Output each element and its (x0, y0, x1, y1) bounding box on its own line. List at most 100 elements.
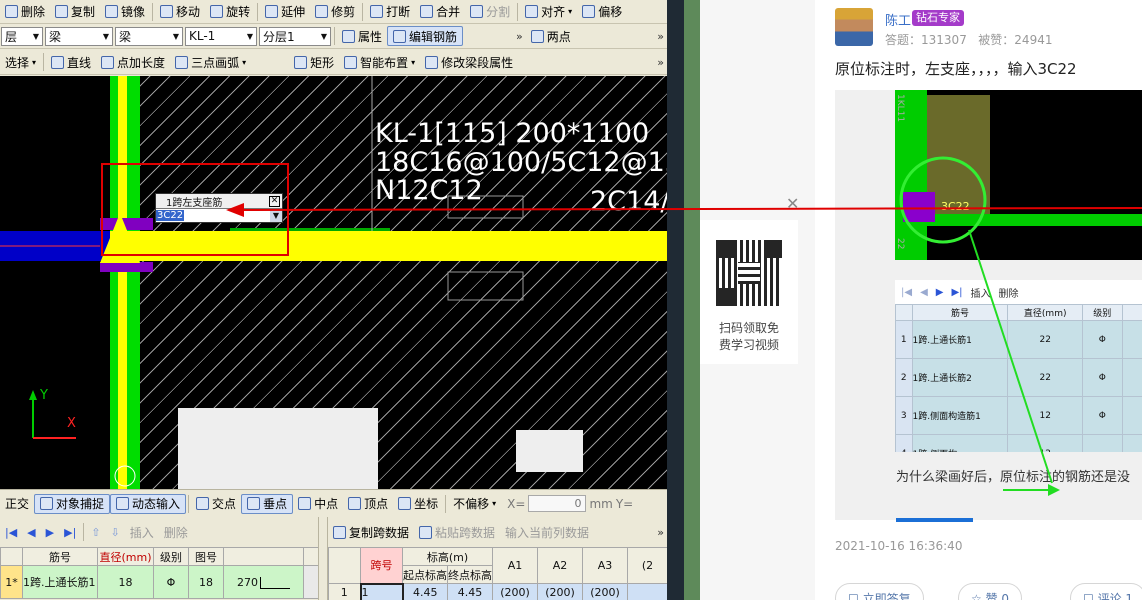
select-label: 选择 (5, 55, 30, 70)
midpoint-icon (298, 497, 312, 510)
white-block (178, 408, 378, 489)
trim-label: 修剪 (331, 5, 356, 19)
perpendicular-snap[interactable]: 垂点 (241, 493, 294, 514)
property-button[interactable]: 属性 (337, 26, 387, 46)
chevron-down-icon[interactable]: ▼ (270, 209, 282, 222)
rect-button[interactable]: 矩形 (289, 52, 339, 72)
floor-select[interactable]: 层 ▼ (1, 26, 43, 46)
mirror-button[interactable]: 镜像 (100, 2, 150, 22)
type-select[interactable]: 梁 ▼ (115, 26, 183, 46)
extend-button[interactable]: 延伸 (260, 2, 310, 22)
break-button[interactable]: 打断 (365, 2, 415, 22)
delete-row-button[interactable]: 删除 (159, 522, 193, 542)
separator (152, 2, 154, 21)
offset-mode-select[interactable]: 不偏移 ▾ (448, 494, 501, 514)
ortho-toggle[interactable]: 正交 (0, 494, 34, 514)
chevron-down-icon: ▾ (32, 57, 37, 67)
select-button[interactable]: 选择 ▾ (0, 52, 41, 72)
x-coordinate-input[interactable]: 0 (528, 495, 587, 512)
category-select[interactable]: 梁 ▼ (45, 26, 113, 46)
table-row[interactable]: 1 1 4.45 4.45 (200) (200) (200) (328, 582, 667, 600)
object-snap-toggle[interactable]: 对象捕捉 (34, 493, 111, 514)
row-num: 1* (0, 565, 23, 599)
insert-row-button[interactable]: 插入 (125, 522, 159, 542)
axis-y-label: Y (40, 388, 48, 403)
toolbar-overflow-icon[interactable]: » (513, 30, 526, 43)
copy-button[interactable]: 复制 (50, 2, 100, 22)
align-button[interactable]: 对齐 ▾ (520, 2, 577, 22)
midpoint-snap[interactable]: 中点 (293, 494, 343, 514)
toolbar-overflow-icon[interactable]: » (654, 30, 667, 43)
support-rebar-popup: 1跨左支座筋 ✕ 3C22 ▼ (155, 193, 283, 223)
rotate-button[interactable]: 旋转 (205, 2, 255, 22)
qr-promo-card[interactable]: 扫码领取免 费学习视频 (700, 220, 798, 364)
diameter-cell[interactable]: 18 (97, 565, 154, 599)
prev-icon[interactable]: ◀ (22, 526, 40, 539)
a3-cell[interactable]: (200) (582, 583, 628, 600)
offset-button[interactable]: 偏移 (577, 2, 627, 22)
span-cell[interactable]: 1 (359, 582, 404, 600)
three-point-arc-button[interactable]: 三点画弧 ▾ (170, 52, 251, 72)
copy-span-button[interactable]: 复制跨数据 (328, 522, 414, 542)
status-bar: 正交 对象捕捉 动态输入 交点 垂点 中点 顶点 坐标 不偏移 ▾ X= 0 mm… (0, 489, 667, 517)
close-icon[interactable]: ✕ (269, 195, 280, 207)
floor-value: 层 (5, 29, 18, 44)
col-shape (223, 547, 304, 566)
category-value: 梁 (49, 29, 62, 44)
like-button[interactable]: ☆ 赞 0 (958, 583, 1023, 600)
toolbar-overflow-icon[interactable]: » (654, 526, 667, 539)
rect-icon (294, 55, 308, 69)
move-button[interactable]: 移动 (155, 2, 205, 22)
grade-cell[interactable]: Φ (153, 565, 189, 599)
table-scrollbar[interactable] (303, 565, 318, 599)
next-icon[interactable]: ▶ (41, 526, 59, 539)
panel-splitter[interactable] (318, 517, 328, 600)
start-elevation-cell[interactable]: 4.45 (402, 583, 448, 600)
move-up-icon[interactable]: ⇧ (86, 526, 105, 539)
smart-layout-button[interactable]: 智能布置 ▾ (339, 52, 420, 72)
close-icon[interactable]: ✕ (786, 194, 799, 213)
paste-icon (419, 525, 433, 539)
figure-cell[interactable]: 18 (188, 565, 224, 599)
end-elevation-cell[interactable]: 4.45 (447, 583, 493, 600)
layer-value: 分层1 (263, 29, 295, 44)
qr-code-image (716, 240, 782, 306)
layer-select[interactable]: 分层1 ▼ (259, 26, 331, 46)
line-button[interactable]: 直线 (46, 52, 96, 72)
align-icon (525, 5, 539, 18)
a1-cell[interactable]: (200) (492, 583, 538, 600)
split-button[interactable]: 分割 (465, 2, 515, 22)
drawing-canvas[interactable]: Y X KL-1[115] 200*1100 18C16@100/5C12@15… (0, 76, 667, 489)
component-select[interactable]: KL-1 ▼ (185, 26, 257, 46)
paste-span-button[interactable]: 粘贴跨数据 (414, 522, 500, 542)
modify-span-button[interactable]: 修改梁段属性 (420, 52, 518, 72)
two-point-button[interactable]: 两点 (526, 26, 576, 46)
avatar[interactable] (835, 8, 873, 46)
vertex-snap[interactable]: 顶点 (343, 494, 393, 514)
edit-rebar-button[interactable]: 编辑钢筋 (387, 26, 464, 46)
embedded-grid-toolbar: |◀ ◀ ▶ ▶| 插入 删除 (895, 280, 1142, 304)
last-icon[interactable]: ▶| (59, 526, 81, 539)
user-name-link[interactable]: 陈工 (885, 10, 911, 29)
answer-screenshot[interactable]: 3C22 1KL11 22 |◀ ◀ ▶ ▶| 插入 删除 筋号 直径(mm) … (835, 90, 1142, 520)
merge-button[interactable]: 合并 (415, 2, 465, 22)
move-down-icon[interactable]: ⇩ (106, 526, 125, 539)
point-length-button[interactable]: 点加长度 (96, 52, 170, 72)
delete-button[interactable]: 删除 (0, 2, 50, 22)
dynamic-input-toggle[interactable]: 动态输入 (110, 493, 187, 514)
reply-button[interactable]: ☐ 立即答复 (835, 583, 924, 600)
first-icon[interactable]: |◀ (0, 526, 22, 539)
toolbar-overflow-icon[interactable]: » (654, 56, 667, 69)
coordinate-snap[interactable]: 坐标 (393, 494, 443, 514)
support-rebar-input[interactable]: 3C22 ▼ (156, 208, 282, 222)
comment-button[interactable]: ☐ 评论 1 (1070, 583, 1142, 600)
table-row[interactable]: 1* 1跨.上通长筋1 18 Φ 18 270 (0, 565, 318, 599)
more-cell[interactable] (627, 583, 667, 600)
input-current-column-button[interactable]: 输入当前列数据 (500, 522, 594, 542)
rebar-name-cell[interactable]: 1跨.上通长筋1 (22, 565, 98, 599)
perpendicular-label: 垂点 (263, 497, 288, 511)
intersection-snap[interactable]: 交点 (191, 494, 241, 514)
trim-button[interactable]: 修剪 (310, 2, 360, 22)
a2-cell[interactable]: (200) (537, 583, 583, 600)
row-num: 2 (895, 358, 913, 397)
